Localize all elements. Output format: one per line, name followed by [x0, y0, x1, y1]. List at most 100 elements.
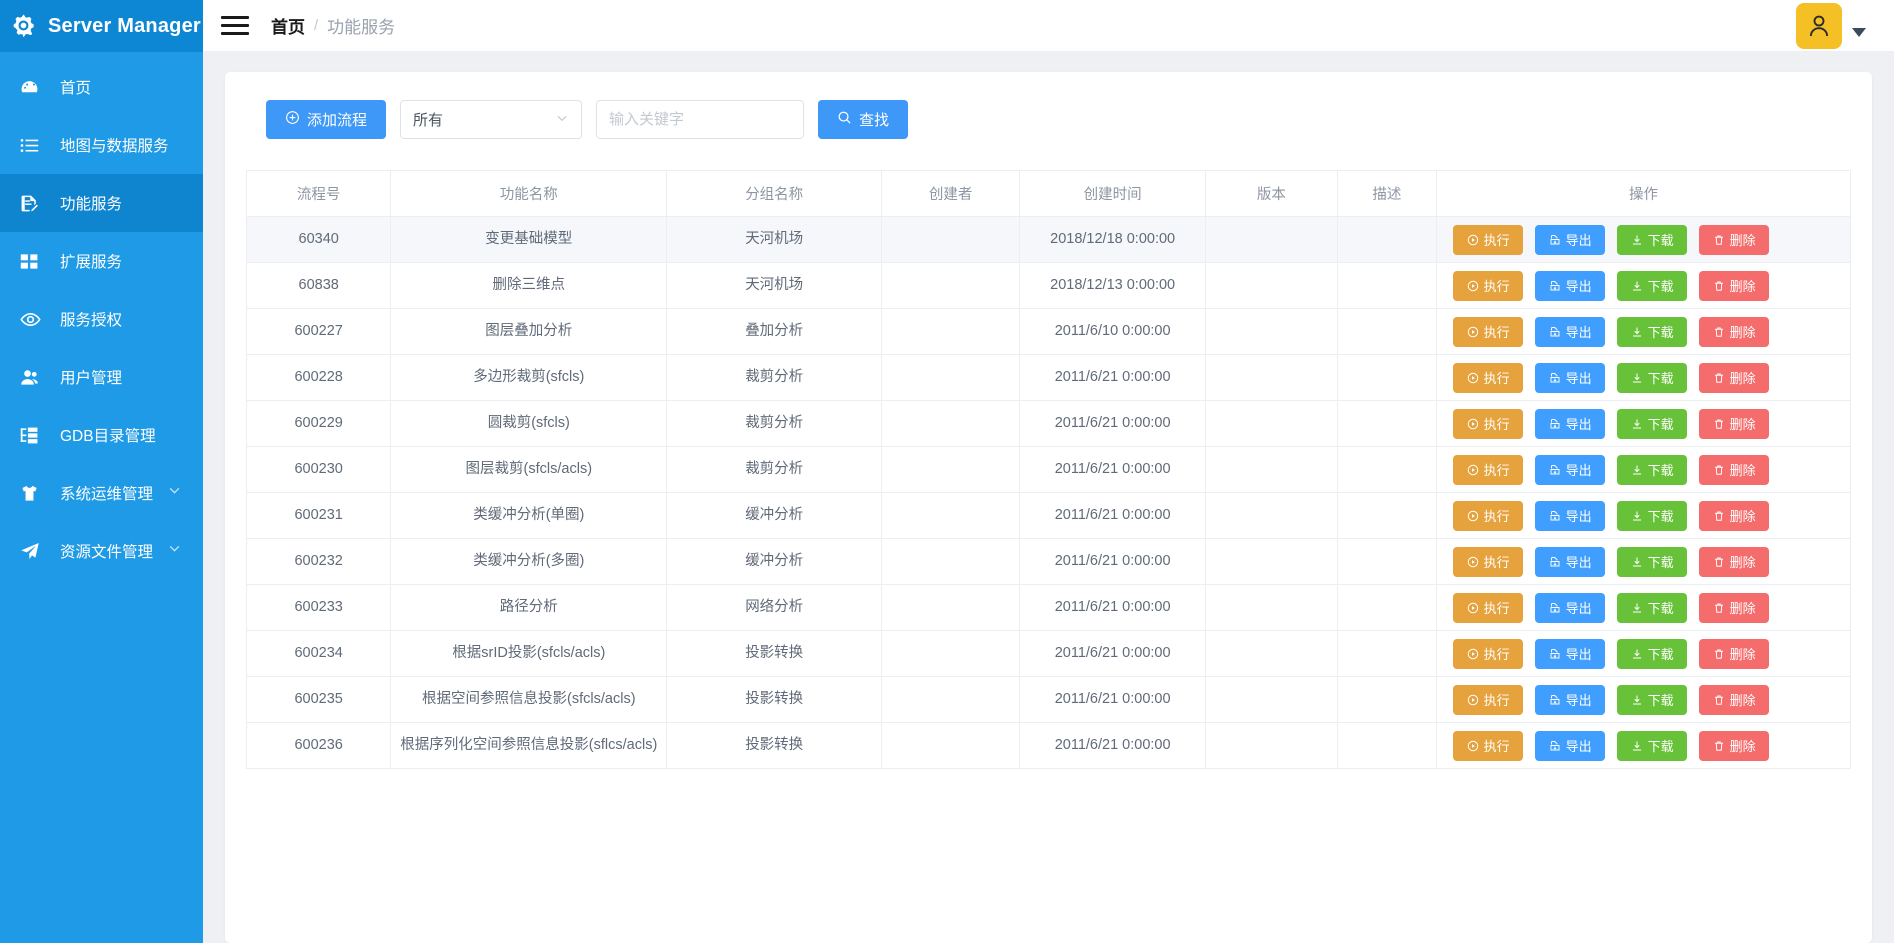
action-download-button[interactable]: 下载	[1617, 500, 1688, 531]
table-row[interactable]: 600228 多边形裁剪(sfcls) 裁剪分析 2011/6/21 0:00:00 执…	[245, 354, 1851, 401]
action-download-button[interactable]: 下载	[1617, 362, 1688, 393]
sidebar-item-resource-file[interactable]: 资源文件管理	[0, 522, 203, 580]
add-process-button[interactable]: 添加流程	[266, 100, 387, 139]
download-icon	[1631, 740, 1643, 752]
action-download-button[interactable]: 下载	[1617, 454, 1688, 485]
action-execute-button[interactable]: 执行	[1453, 730, 1524, 761]
cell-operations: 执行 导出 下载 删除	[1436, 446, 1851, 493]
sidebar-item-gdb-catalog[interactable]: GDB目录管理	[0, 406, 203, 464]
sidebar-item-service-auth[interactable]: 服务授权	[0, 290, 203, 348]
sidebar-item-user-management[interactable]: 用户管理	[0, 348, 203, 406]
action-export-button[interactable]: 导出	[1535, 592, 1606, 623]
table-row[interactable]: 600231 类缓冲分析(单圈) 缓冲分析 2011/6/21 0:00:00 执行 导出…	[245, 492, 1851, 539]
breadcrumb-home[interactable]: 首页	[271, 13, 305, 38]
action-execute-button[interactable]: 执行	[1453, 454, 1524, 485]
action-execute-button[interactable]: 执行	[1453, 592, 1524, 623]
action-download-button[interactable]: 下载	[1617, 592, 1688, 623]
sidebar-item-function-service[interactable]: 功能服务	[0, 174, 203, 232]
search-input[interactable]	[596, 100, 805, 139]
cell-name: 路径分析	[390, 584, 668, 631]
action-export-button[interactable]: 导出	[1535, 270, 1606, 301]
action-execute-button[interactable]: 执行	[1453, 638, 1524, 669]
cell-id: 60838	[245, 262, 392, 309]
action-export-button[interactable]: 导出	[1535, 454, 1606, 485]
action-execute-button[interactable]: 执行	[1453, 500, 1524, 531]
action-export-button[interactable]: 导出	[1535, 316, 1606, 347]
action-delete-button[interactable]: 删除	[1699, 362, 1770, 393]
table-row[interactable]: 60340 变更基础模型 天河机场 2018/12/18 0:00:00 执行 导出 下载 删…	[245, 216, 1851, 263]
table-row[interactable]: 600235 根据空间参照信息投影(sfcls/acls) 投影转换 2011/6/2…	[245, 676, 1851, 723]
action-delete-button[interactable]: 删除	[1699, 454, 1770, 485]
table-row[interactable]: 600234 根据srID投影(sfcls/acls) 投影转换 2011/6/21 …	[245, 630, 1851, 677]
sidebar-item-label: 首页	[60, 80, 92, 97]
group-filter-select[interactable]: 所有	[400, 100, 583, 139]
table-row[interactable]: 600236 根据序列化空间参照信息投影(sflcs/acls) 投影转换 2011/…	[245, 722, 1851, 769]
action-delete-button[interactable]: 删除	[1699, 592, 1770, 623]
action-export-button[interactable]: 导出	[1535, 224, 1606, 255]
action-execute-button[interactable]: 执行	[1453, 316, 1524, 347]
sidebar-item-system-ops[interactable]: 系统运维管理	[0, 464, 203, 522]
action-execute-button[interactable]: 执行	[1453, 362, 1524, 393]
action-delete-button[interactable]: 删除	[1699, 408, 1770, 439]
action-delete-button[interactable]: 删除	[1699, 730, 1770, 761]
table-row[interactable]: 600229 圆裁剪(sfcls) 裁剪分析 2011/6/21 0:00:00 执行 导…	[245, 400, 1851, 447]
sidebar-item-home[interactable]: 首页	[0, 58, 203, 116]
action-download-button[interactable]: 下载	[1617, 684, 1688, 715]
action-export-button[interactable]: 导出	[1535, 638, 1606, 669]
caret-down-icon[interactable]	[1852, 28, 1866, 37]
cell-operations: 执行 导出 下载 删除	[1436, 400, 1851, 447]
action-label: 下载	[1647, 739, 1674, 754]
table-row[interactable]: 60838 删除三维点 天河机场 2018/12/13 0:00:00 执行 导出 下载 删除	[245, 262, 1851, 309]
action-execute-button[interactable]: 执行	[1453, 546, 1524, 577]
action-delete-button[interactable]: 删除	[1699, 224, 1770, 255]
search-button[interactable]: 查找	[818, 100, 909, 139]
action-delete-button[interactable]: 删除	[1699, 546, 1770, 577]
sidebar-item-map-data-service[interactable]: 地图与数据服务	[0, 116, 203, 174]
action-download-button[interactable]: 下载	[1617, 224, 1688, 255]
action-execute-button[interactable]: 执行	[1453, 224, 1524, 255]
cell-author	[881, 722, 1021, 769]
cell-operations: 执行 导出 下载 删除	[1436, 354, 1851, 401]
brand-header[interactable]: Server Manager	[0, 0, 203, 52]
action-label: 执行	[1483, 463, 1510, 478]
action-export-button[interactable]: 导出	[1535, 546, 1606, 577]
action-execute-button[interactable]: 执行	[1453, 684, 1524, 715]
action-delete-button[interactable]: 删除	[1699, 638, 1770, 669]
action-download-button[interactable]: 下载	[1617, 546, 1688, 577]
action-export-button[interactable]: 导出	[1535, 684, 1606, 715]
action-export-button[interactable]: 导出	[1535, 408, 1606, 439]
export-icon	[1549, 602, 1561, 614]
trash-icon	[1713, 510, 1725, 522]
cell-group: 投影转换	[666, 722, 883, 769]
action-export-button[interactable]: 导出	[1535, 362, 1606, 393]
action-delete-button[interactable]: 删除	[1699, 684, 1770, 715]
action-execute-button[interactable]: 执行	[1453, 408, 1524, 439]
cell-time: 2011/6/21 0:00:00	[1019, 446, 1207, 493]
table-row[interactable]: 600232 类缓冲分析(多圈) 缓冲分析 2011/6/21 0:00:00 执行 导出…	[245, 538, 1851, 585]
cell-desc	[1336, 492, 1438, 539]
avatar[interactable]	[1796, 2, 1842, 49]
action-download-button[interactable]: 下载	[1617, 270, 1688, 301]
action-download-button[interactable]: 下载	[1617, 316, 1688, 347]
action-download-button[interactable]: 下载	[1617, 408, 1688, 439]
cell-group: 网络分析	[666, 584, 883, 631]
play-circle-icon	[1467, 556, 1479, 568]
action-delete-button[interactable]: 删除	[1699, 500, 1770, 531]
action-export-button[interactable]: 导出	[1535, 730, 1606, 761]
sidebar-item-extension-service[interactable]: 扩展服务	[0, 232, 203, 290]
action-export-button[interactable]: 导出	[1535, 500, 1606, 531]
action-delete-button[interactable]: 删除	[1699, 270, 1770, 301]
cell-id: 600227	[245, 308, 392, 355]
hamburger-icon[interactable]	[221, 12, 249, 40]
action-label: 导出	[1565, 555, 1592, 570]
chevron-down-icon	[555, 111, 569, 129]
table-row[interactable]: 600230 图层裁剪(sfcls/acls) 裁剪分析 2011/6/21 0:00…	[245, 446, 1851, 493]
action-execute-button[interactable]: 执行	[1453, 270, 1524, 301]
action-download-button[interactable]: 下载	[1617, 730, 1688, 761]
cell-time: 2011/6/21 0:00:00	[1019, 584, 1207, 631]
action-download-button[interactable]: 下载	[1617, 638, 1688, 669]
action-delete-button[interactable]: 删除	[1699, 316, 1770, 347]
table-row[interactable]: 600233 路径分析 网络分析 2011/6/21 0:00:00 执行 导出 下载 删除	[245, 584, 1851, 631]
action-button-group: 执行 导出 下载 删除	[1441, 730, 1846, 761]
table-row[interactable]: 600227 图层叠加分析 叠加分析 2011/6/10 0:00:00 执行 导出 下载 删…	[245, 308, 1851, 355]
